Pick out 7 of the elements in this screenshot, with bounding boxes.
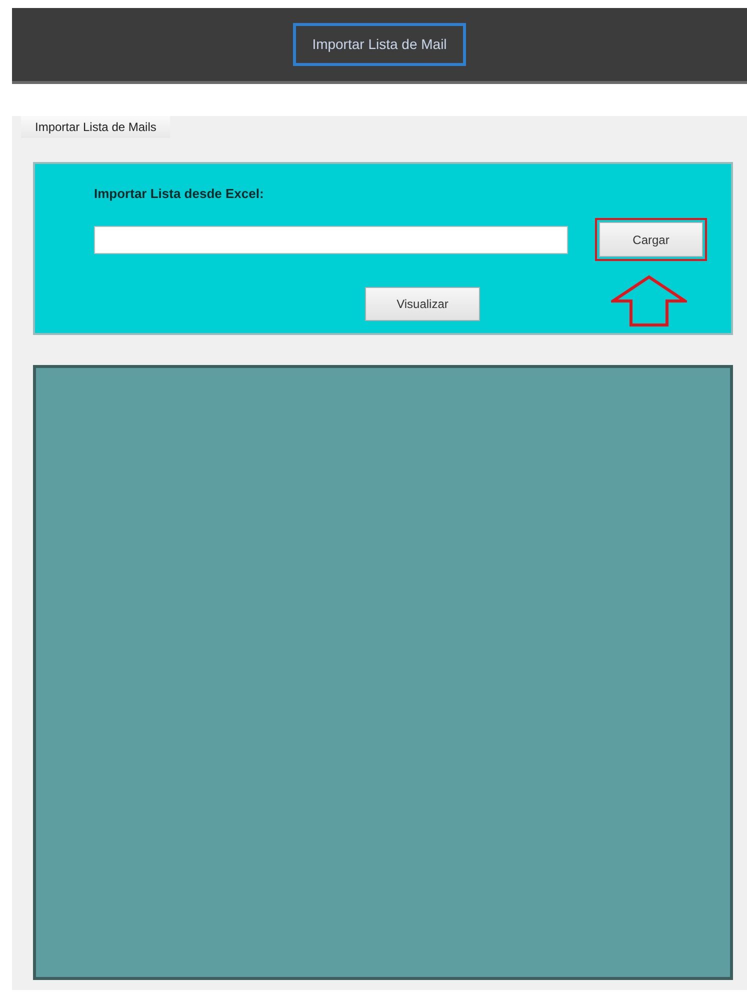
- preview-button[interactable]: Visualizar: [365, 287, 480, 321]
- import-mail-list-button[interactable]: Importar Lista de Mail: [293, 23, 466, 66]
- load-button[interactable]: Cargar: [599, 222, 703, 257]
- group-title: Importar Lista de Mails: [21, 116, 170, 138]
- file-path-field[interactable]: [94, 226, 568, 254]
- up-arrow-icon: [611, 275, 687, 326]
- import-label: Importar Lista desde Excel:: [94, 185, 265, 203]
